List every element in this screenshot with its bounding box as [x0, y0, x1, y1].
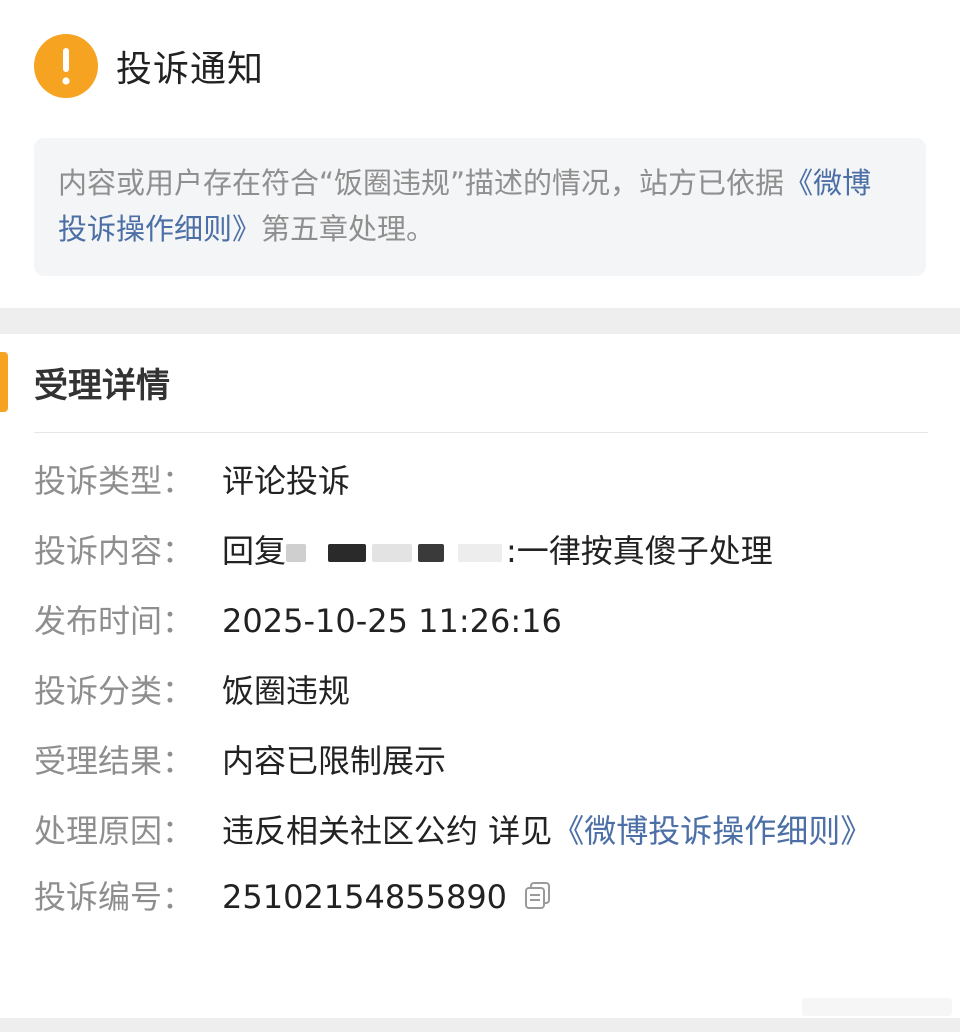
redaction-mark [372, 544, 413, 562]
redaction-mark [418, 544, 445, 562]
details-list: 投诉类型： 评论投诉 投诉内容： 回复 :一律按真傻子处理 发布时间： 2025-… [34, 458, 928, 946]
detail-row-complaint-id: 投诉编号： 25102154855890 [34, 874, 928, 922]
watermark [802, 994, 952, 1020]
detail-row-result: 受理结果： 内容已限制展示 [34, 738, 928, 784]
detail-row-reason: 处理原因： 违反相关社区公约 详见《微博投诉操作细则》 [34, 808, 928, 854]
notice-title: 投诉通知 [116, 49, 265, 90]
description-text-end: 第五章处理。 [261, 212, 436, 246]
complaint-id: 25102154855890 [222, 878, 508, 916]
detail-label: 发布时间： [34, 602, 195, 640]
redaction-mark [328, 544, 367, 562]
description-text: 内容或用户存在符合“饭圈违规”描述的情况，站方已依据 [58, 166, 785, 200]
detail-row-complaint-type: 投诉类型： 评论投诉 [34, 458, 928, 504]
rules-link[interactable]: 《微博投诉操作细则》 [552, 812, 872, 850]
detail-value: 评论投诉 [222, 462, 351, 500]
detail-row-category: 投诉分类： 饭圈违规 [34, 668, 928, 714]
detail-row-complaint-content: 投诉内容： 回复 :一律按真傻子处理 [34, 528, 928, 574]
redaction-mark [286, 544, 307, 562]
section-title: 受理详情 [34, 366, 170, 406]
notice-description: 内容或用户存在符合“饭圈违规”描述的情况，站方已依据《微博投诉操作细则》第五章处… [34, 138, 926, 276]
section-separator [0, 308, 960, 334]
complaint-content-value: 回复 :一律按真傻子处理 [222, 528, 928, 574]
detail-value: 内容已限制展示 [222, 742, 447, 780]
notice-header: 投诉通知 [34, 34, 264, 98]
section-divider [34, 432, 928, 433]
redaction-mark [458, 544, 503, 562]
bottom-separator [0, 1018, 960, 1032]
detail-value: 2025-10-25 11:26:16 [222, 602, 562, 640]
reason-value: 违反相关社区公约 详见《微博投诉操作细则》 [222, 808, 928, 854]
content-suffix: :一律按真傻子处理 [506, 532, 773, 570]
detail-row-publish-time: 发布时间： 2025-10-25 11:26:16 [34, 598, 928, 644]
content-prefix: 回复 [222, 532, 287, 570]
detail-label: 受理结果： [34, 742, 195, 780]
detail-label: 投诉编号： [34, 878, 195, 916]
detail-label: 投诉内容： [34, 532, 195, 570]
detail-label: 处理原因： [34, 812, 195, 850]
detail-label: 投诉类型： [34, 462, 195, 500]
section-accent-bar [0, 352, 8, 412]
detail-value: 饭圈违规 [222, 672, 351, 710]
detail-label: 投诉分类： [34, 672, 195, 710]
exclamation-icon [34, 34, 98, 98]
copy-icon[interactable] [523, 876, 553, 922]
complaint-id-value: 25102154855890 [222, 874, 928, 922]
reason-text: 违反相关社区公约 详见 [222, 812, 553, 850]
